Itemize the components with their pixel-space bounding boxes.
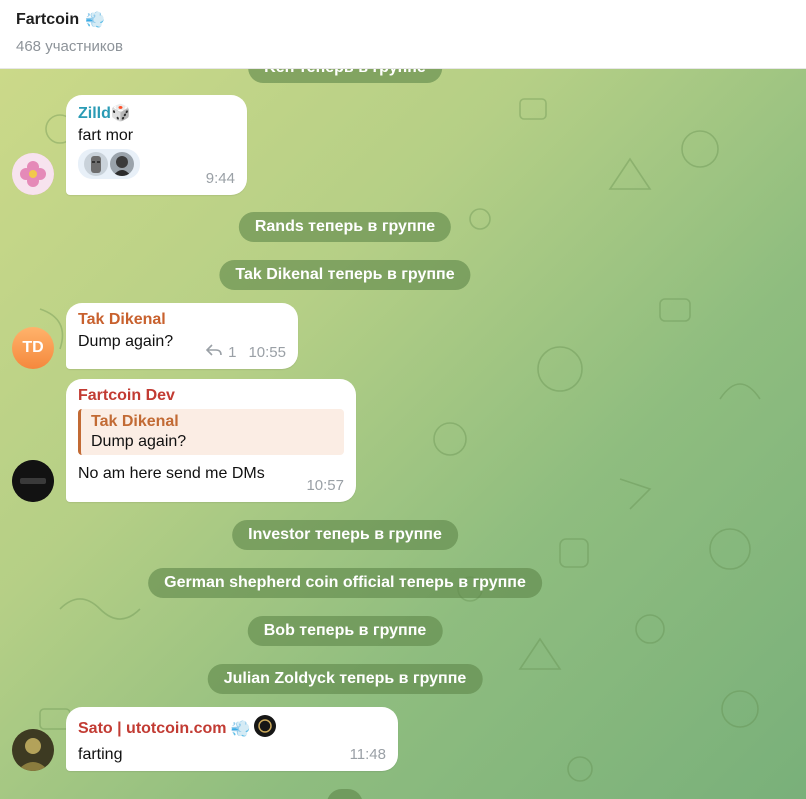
service-message: German shepherd coin official теперь в г…: [148, 568, 542, 598]
chat-title: Fartcoin: [16, 11, 80, 28]
avatar-fartcoin-dev[interactable]: [12, 460, 54, 502]
portrait-icon: [12, 729, 54, 771]
message-bubble[interactable]: Sato | utotcoin.com 💨 farting 11:48: [66, 707, 398, 771]
service-message: Investor теперь в группе: [232, 520, 458, 550]
sender-name[interactable]: Zilld🎲: [78, 103, 235, 123]
reply-quote[interactable]: Tak Dikenal Dump again?: [78, 409, 344, 455]
member-count: 468 участников: [16, 38, 123, 55]
message-time: 10:57: [306, 477, 344, 494]
avatar-initials: TD: [22, 339, 44, 356]
dice-emoji-icon: 🎲: [110, 105, 131, 122]
sender-name-text: Zilld: [78, 105, 111, 122]
message-time: 11:48: [349, 746, 386, 763]
message-text: No am here send me DMs: [78, 465, 265, 482]
message-bubble[interactable]: Fartcoin Dev Tak Dikenal Dump again? No …: [66, 379, 356, 502]
sender-name[interactable]: Tak Dikenal: [78, 311, 286, 329]
reactions[interactable]: [78, 149, 140, 179]
service-message: Rands теперь в группе: [238, 212, 452, 242]
chat-area[interactable]: Ken теперь в группе Zilld🎲 fart mor 9:44…: [0, 69, 806, 799]
service-message: Tak Dikenal теперь в группе: [219, 260, 471, 290]
avatar-tak-dikenal[interactable]: TD: [12, 327, 54, 369]
service-message-partial: Ken теперь в группе: [248, 69, 442, 83]
message-bubble[interactable]: Tak Dikenal Dump again? 1 10:55: [66, 303, 298, 369]
message-text: farting: [78, 746, 123, 763]
logo-icon: [12, 460, 54, 502]
service-message: Julian Zoldyck теперь в группе: [207, 664, 483, 694]
chat-header[interactable]: Fartcoin 💨 468 участников: [0, 0, 806, 69]
sender-name[interactable]: Fartcoin Dev: [78, 387, 344, 405]
logo-badge-icon: [254, 715, 277, 742]
user-reaction-icon[interactable]: [110, 152, 134, 176]
service-message: Bob теперь в группе: [247, 616, 443, 646]
message-time: 9:44: [205, 170, 235, 187]
reply-sender: Tak Dikenal: [91, 413, 179, 430]
avatar-zilld[interactable]: [12, 153, 54, 195]
message-time: 10:55: [248, 343, 286, 361]
message-text: fart mor: [78, 127, 134, 144]
sender-name[interactable]: Sato | utotcoin.com 💨: [78, 715, 386, 742]
sender-name-text: Sato | utotcoin.com: [78, 719, 227, 737]
avatar-sato[interactable]: [12, 729, 54, 771]
flower-icon: [12, 153, 54, 195]
wind-emoji-icon: 💨: [230, 720, 251, 738]
reply-arrow-icon[interactable]: [205, 343, 222, 361]
moai-reaction-icon[interactable]: [84, 152, 108, 176]
reply-text: Dump again?: [91, 433, 187, 450]
wind-emoji-icon: 💨: [85, 12, 106, 29]
message-meta: 1 10:55: [205, 343, 286, 361]
message-bubble[interactable]: Zilld🎲 fart mor 9:44: [66, 95, 247, 195]
reply-count[interactable]: 1: [228, 344, 236, 361]
